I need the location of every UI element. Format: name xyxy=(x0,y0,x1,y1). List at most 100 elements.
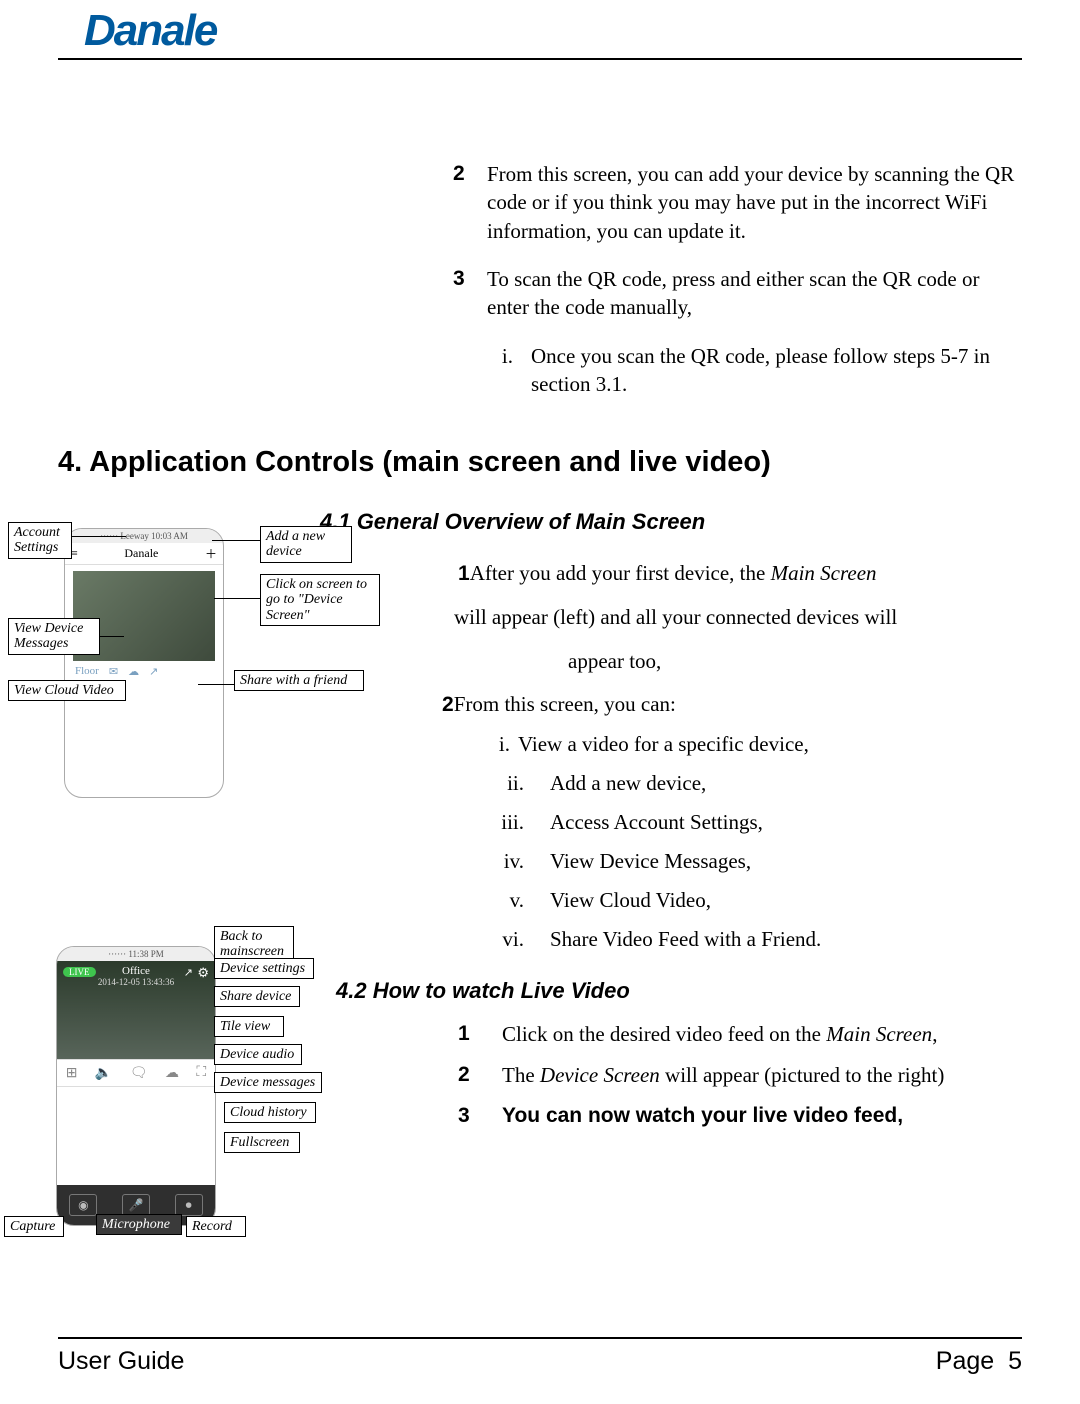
share-icon: ↗ xyxy=(149,665,158,678)
callout-click-screen: Click on screen to go to "Device Screen" xyxy=(260,574,380,626)
roman-text: View Device Messages, xyxy=(550,849,1022,874)
item-text-bold: You can now watch your live video feed, xyxy=(502,1104,1022,1128)
live-badge: LIVE xyxy=(63,967,96,977)
fullscreen-icon: ⛶ xyxy=(196,1065,206,1081)
item-text: From this screen, you can add your devic… xyxy=(487,160,1022,245)
add-icon: ＋ xyxy=(205,545,217,562)
menu-icon: ≡ xyxy=(71,546,78,561)
page-label: Page xyxy=(936,1347,994,1375)
italic-term: Main Screen xyxy=(826,1022,932,1046)
callout-audio: Device audio xyxy=(214,1044,302,1065)
roman-text: Access Account Settings, xyxy=(550,810,1022,835)
page-footer: User Guide Page 5 xyxy=(58,1337,1022,1376)
leader-line xyxy=(214,598,260,599)
tile-icon: ⊞ xyxy=(66,1065,78,1082)
section-4-heading: 4. Application Controls (main screen and… xyxy=(58,446,1022,479)
leader-line xyxy=(198,684,234,685)
roman-text: Once you scan the QR code, please follow… xyxy=(531,342,1022,399)
footer-left: User Guide xyxy=(58,1347,184,1376)
sec42-list: 1 Click on the desired video feed on the… xyxy=(458,1022,1022,1128)
callout-messages: Device messages xyxy=(214,1072,322,1093)
capability-roman-list: i.View a video for a specific device, ii… xyxy=(488,732,1022,952)
list-item: v.View Cloud Video, xyxy=(488,888,1022,913)
leader-line xyxy=(72,536,126,537)
share-icon: ↗ xyxy=(184,966,193,979)
cloud-icon: ☁ xyxy=(165,1065,179,1082)
settings-icon: ⚙ xyxy=(197,965,209,981)
cloud-icon: ☁ xyxy=(128,665,139,678)
item-number: 2 xyxy=(458,1063,502,1088)
leader-line xyxy=(100,636,124,637)
list-item: 3 You can now watch your live video feed… xyxy=(458,1104,1022,1128)
leader-line xyxy=(212,540,260,541)
list-item: vi.Share Video Feed with a Friend. xyxy=(488,927,1022,952)
figure-device-screen: ······ 11:38 PM ‹ Office ⚙ ↗ LIVE 2014-1… xyxy=(56,946,216,1226)
callout-tile: Tile view xyxy=(214,1016,284,1037)
callout-view-cloud: View Cloud Video xyxy=(8,680,126,701)
capture-icon: ◉ xyxy=(69,1194,97,1216)
thumb-label: Floor xyxy=(75,665,99,678)
list-item: iv.View Device Messages, xyxy=(488,849,1022,874)
callout-share-friend: Share with a friend xyxy=(234,670,364,691)
list-item: ii.Add a new device, xyxy=(488,771,1022,796)
overview-line-2: 2From this screen, you can: xyxy=(442,688,1022,722)
thumbnail-toolbar: Floor ✉ ☁ ↗ xyxy=(65,665,223,678)
message-icon: ✉ xyxy=(109,665,118,678)
callout-cloud: Cloud history xyxy=(224,1102,316,1123)
callout-settings: Device settings xyxy=(214,958,314,979)
callout-view-messages: View Device Messages xyxy=(8,618,100,655)
callout-microphone: Microphone xyxy=(96,1214,182,1235)
callout-account-settings: Account Settings xyxy=(8,522,72,559)
roman-marker: i. xyxy=(480,732,518,757)
callout-capture: Capture xyxy=(4,1216,64,1237)
overview-line-1c: appear too, xyxy=(568,645,1022,679)
microphone-icon: 🎤 xyxy=(122,1194,150,1216)
list-item: i.View a video for a specific device, xyxy=(480,732,1022,757)
roman-text: View Cloud Video, xyxy=(550,888,1022,913)
roman-marker: v. xyxy=(488,888,550,913)
phone-mockup: ······ 11:38 PM ‹ Office ⚙ ↗ LIVE 2014-1… xyxy=(56,946,216,1226)
text: Click on the desired video feed on the xyxy=(502,1022,826,1046)
item-number: 3 xyxy=(453,265,487,293)
item-text: To scan the QR code, press and either sc… xyxy=(487,265,1022,322)
callout-record: Record xyxy=(186,1216,246,1237)
roman-marker: iii. xyxy=(488,810,550,835)
roman-marker: iv. xyxy=(488,849,550,874)
overview-line-1b: will appear (left) and all your connecte… xyxy=(454,601,1022,635)
record-icon: ⏺ xyxy=(175,1194,203,1216)
list-item: 2 The Device Screen will appear (picture… xyxy=(458,1063,1022,1088)
text: From this screen, you can: xyxy=(454,692,676,716)
intro-item-2: 2 From this screen, you can add your dev… xyxy=(453,160,1022,245)
phone-mockup: ······ Leeway 10:03 AM ≡ Danale ＋ Floor … xyxy=(64,528,224,798)
italic-term: Device Screen xyxy=(540,1063,660,1087)
item-number: 2 xyxy=(453,160,487,188)
overview-text: 1After you add your first device, the Ma… xyxy=(458,557,1022,721)
roman-marker: i. xyxy=(483,342,531,370)
page-number: 5 xyxy=(1008,1347,1022,1375)
section-4-2-heading: 4.2 How to watch Live Video xyxy=(336,978,1022,1004)
list-item: iii.Access Account Settings, xyxy=(488,810,1022,835)
text: , xyxy=(932,1022,937,1046)
list-item: 1 Click on the desired video feed on the… xyxy=(458,1022,1022,1047)
section-4-1-heading: 4.1 General Overview of Main Screen xyxy=(320,509,1022,535)
audio-icon: 🔈 xyxy=(95,1065,112,1082)
footer-right: Page 5 xyxy=(936,1347,1022,1376)
item-number: 3 xyxy=(458,1104,502,1128)
app-bar: ≡ Danale ＋ xyxy=(65,543,223,565)
intro-list: 2 From this screen, you can add your dev… xyxy=(453,160,1022,398)
brand-logo: Danale xyxy=(58,0,1022,56)
messages-icon: 🗨 xyxy=(130,1065,148,1082)
item-text: The Device Screen will appear (pictured … xyxy=(502,1063,1022,1088)
roman-text: Share Video Feed with a Friend. xyxy=(550,927,1022,952)
text: After you add your first device, the xyxy=(470,561,771,585)
text: will appear (pictured to the right) xyxy=(660,1063,945,1087)
roman-text: View a video for a specific device, xyxy=(518,732,1022,757)
intro-item-3: 3 To scan the QR code, press and either … xyxy=(453,265,1022,322)
callout-share: Share device xyxy=(214,986,300,1007)
overview-line-1: 1After you add your first device, the Ma… xyxy=(458,557,1022,591)
figure-main-screen: ······ Leeway 10:03 AM ≡ Danale ＋ Floor … xyxy=(64,528,224,798)
video-area: ‹ Office ⚙ ↗ LIVE 2014-12-05 13:43:36 xyxy=(57,961,215,1059)
inline-number: 2 xyxy=(442,693,454,716)
icon-bar: ⊞ 🔈 🗨 ☁ ⛶ xyxy=(57,1059,215,1087)
status-bar: ······ 11:38 PM xyxy=(57,947,215,961)
